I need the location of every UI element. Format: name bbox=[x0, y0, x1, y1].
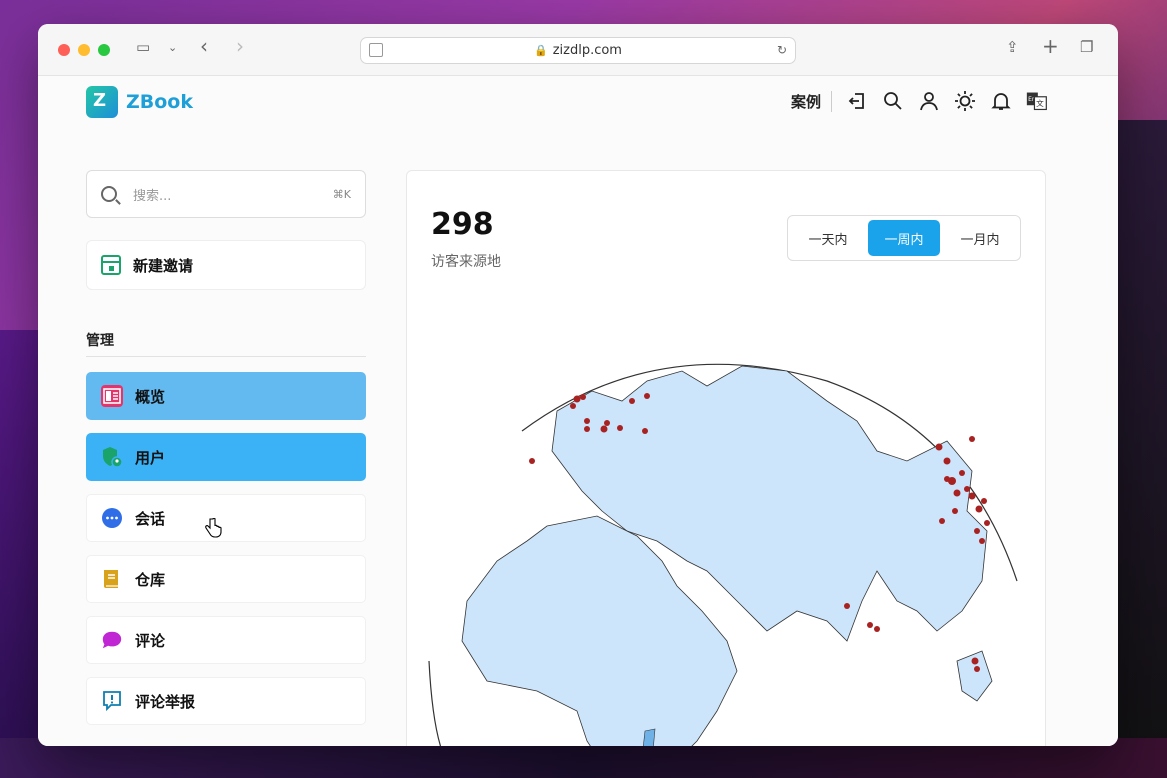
lock-icon: 🔒 bbox=[534, 44, 548, 57]
sidebar-item-users[interactable]: 用户 bbox=[86, 433, 366, 481]
page-content: ZBook 案例 En文 搜索... bbox=[38, 76, 1118, 746]
language-icon[interactable]: En 文 bbox=[1026, 90, 1048, 112]
search-shortcut: ⌘K bbox=[332, 187, 351, 201]
svg-text:文: 文 bbox=[1036, 98, 1044, 108]
visitor-globe-map[interactable] bbox=[407, 311, 1046, 746]
sidebar-item-repos[interactable]: 仓库 bbox=[86, 555, 366, 603]
forward-icon[interactable]: › bbox=[236, 34, 244, 58]
browser-titlebar: ▭ ⌄ ‹ › 🔒 zizdlp.com ↻ ⇪ + ❐ bbox=[38, 24, 1118, 76]
new-invite-label: 新建邀请 bbox=[133, 256, 194, 275]
visitor-origin-label: 访客来源地 bbox=[431, 254, 501, 270]
sidebar-item-label: 用户 bbox=[135, 448, 166, 467]
logout-icon[interactable] bbox=[846, 90, 868, 112]
sidebar-item-overview[interactable]: 概览 bbox=[86, 372, 366, 420]
shield-user-icon bbox=[101, 446, 123, 468]
chevron-down-icon[interactable]: ⌄ bbox=[168, 41, 177, 54]
user-icon[interactable] bbox=[918, 90, 940, 112]
sidebar-item-label: 概览 bbox=[135, 387, 166, 406]
sidebar-item-comments[interactable]: 评论 bbox=[86, 616, 366, 664]
chat-dots-icon bbox=[101, 507, 123, 529]
nav-case-link[interactable]: 案例 bbox=[791, 90, 832, 112]
top-nav: 案例 En 文 bbox=[791, 90, 1048, 112]
logo[interactable]: ZBook bbox=[86, 86, 193, 118]
sidebar-item-label: 会话 bbox=[135, 509, 166, 528]
back-icon[interactable]: ‹ bbox=[200, 34, 208, 58]
madagascar-landmass bbox=[643, 728, 656, 746]
sidebar-item-label: 仓库 bbox=[135, 570, 166, 589]
url-text: zizdlp.com bbox=[552, 43, 622, 58]
minimize-window-button[interactable] bbox=[78, 44, 90, 56]
range-day-button[interactable]: 一天内 bbox=[792, 220, 864, 256]
hand-cursor-icon bbox=[205, 518, 222, 538]
share-icon[interactable]: ⇪ bbox=[1006, 38, 1019, 56]
comment-icon bbox=[101, 629, 123, 651]
theme-sun-icon[interactable] bbox=[954, 90, 976, 112]
logo-text: ZBook bbox=[126, 91, 194, 113]
search-box[interactable]: 搜索... ⌘K bbox=[86, 170, 366, 218]
search-icon[interactable] bbox=[882, 90, 904, 112]
range-week-button[interactable]: 一周内 bbox=[868, 220, 940, 256]
overview-icon bbox=[101, 385, 123, 407]
sidebar-item-comment-reports[interactable]: 评论举报 bbox=[86, 677, 366, 725]
search-icon bbox=[101, 186, 117, 202]
time-range-selector: 一天内 一周内 一月内 bbox=[787, 215, 1021, 261]
sidebar-item-label: 评论举报 bbox=[135, 692, 196, 711]
sidebar-menu: 概览 用户 会话 仓库 评论 评论举报 bbox=[86, 372, 366, 738]
search-placeholder: 搜索... bbox=[133, 188, 172, 204]
page-icon bbox=[369, 43, 383, 57]
book-icon bbox=[101, 568, 123, 590]
browser-window: ▭ ⌄ ‹ › 🔒 zizdlp.com ↻ ⇪ + ❐ ZBook 案例 bbox=[38, 24, 1118, 746]
traffic-lights bbox=[58, 44, 110, 56]
reload-icon[interactable]: ↻ bbox=[777, 43, 787, 57]
new-tab-icon[interactable]: + bbox=[1042, 34, 1059, 58]
sidebar-item-sessions[interactable]: 会话 bbox=[86, 494, 366, 542]
sidebar-item-label: 评论 bbox=[135, 631, 166, 650]
report-icon bbox=[101, 690, 123, 712]
visitor-count: 298 bbox=[431, 207, 494, 242]
visitor-origin-card: 298 访客来源地 一天内 一周内 一月内 bbox=[406, 170, 1046, 746]
bell-icon[interactable] bbox=[990, 90, 1012, 112]
section-title-manage: 管理 bbox=[86, 330, 366, 357]
new-invite-button[interactable]: 新建邀请 bbox=[86, 240, 366, 290]
sidebar-toggle-icon[interactable]: ▭ bbox=[136, 38, 150, 56]
range-month-button[interactable]: 一月内 bbox=[944, 220, 1016, 256]
address-bar[interactable]: 🔒 zizdlp.com ↻ bbox=[360, 37, 796, 64]
logo-icon bbox=[86, 86, 118, 118]
zoom-window-button[interactable] bbox=[98, 44, 110, 56]
calendar-icon bbox=[101, 255, 121, 275]
tabs-overview-icon[interactable]: ❐ bbox=[1080, 38, 1093, 56]
globe-outline bbox=[428, 660, 442, 746]
close-window-button[interactable] bbox=[58, 44, 70, 56]
